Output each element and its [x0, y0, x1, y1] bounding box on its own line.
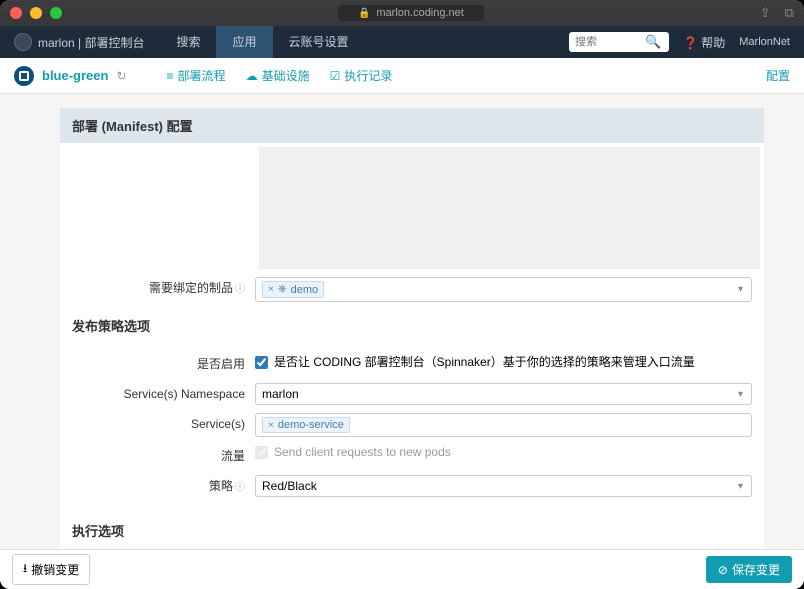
- manifest-editor[interactable]: [259, 147, 760, 269]
- services-select[interactable]: ×demo-service: [255, 413, 752, 437]
- window-maximize-button[interactable]: [50, 7, 62, 19]
- config-link[interactable]: 配置: [766, 67, 790, 84]
- help-link[interactable]: ❓ 帮助: [683, 34, 725, 51]
- remove-tag-icon[interactable]: ×: [268, 420, 274, 431]
- brand-title: marlon | 部署控制台: [38, 34, 144, 51]
- window-minimize-button[interactable]: [30, 7, 42, 19]
- enable-desc: 是否让 CODING 部署控制台（Spinnaker）基于你的选择的策略来管理入…: [274, 355, 695, 369]
- url-text: marlon.coding.net: [376, 7, 463, 19]
- namespace-select[interactable]: marlon ▾: [255, 383, 752, 405]
- logo-icon: [14, 33, 32, 51]
- nav-tab-cloud[interactable]: 云账号设置: [273, 26, 365, 58]
- check-icon: ☑: [330, 69, 341, 83]
- manifest-header: 部署 (Manifest) 配置: [60, 108, 764, 143]
- remove-tag-icon[interactable]: ×: [268, 284, 274, 295]
- app-icon: [14, 66, 34, 86]
- main-content[interactable]: 部署 (Manifest) 配置 需要绑定的制品ⓘ ×⎈ demo ▾ 发布策略…: [0, 94, 804, 549]
- tab-infrastructure[interactable]: ☁基础设施: [246, 67, 310, 84]
- cloud-icon: ☁: [246, 69, 258, 83]
- strategy-title: 发布策略选项: [60, 306, 764, 341]
- tabs-icon[interactable]: ⧉: [785, 5, 794, 21]
- artifact-select[interactable]: ×⎈ demo ▾: [255, 277, 752, 302]
- traffic-checkbox: [255, 446, 268, 459]
- artifact-tag[interactable]: ×⎈ demo: [262, 281, 324, 298]
- nav-tab-search[interactable]: 搜索: [160, 26, 216, 58]
- service-tag[interactable]: ×demo-service: [262, 417, 350, 433]
- revert-button[interactable]: ⭳撤销变更: [12, 554, 90, 585]
- search-input[interactable]: [575, 36, 645, 48]
- share-icon[interactable]: ⇪: [760, 5, 771, 21]
- exec-title: 执行选项: [60, 511, 764, 546]
- window-close-button[interactable]: [10, 7, 22, 19]
- chevron-down-icon: ▾: [738, 389, 743, 400]
- check-circle-icon: ⊘: [718, 563, 728, 577]
- nav-tab-app[interactable]: 应用: [216, 26, 272, 58]
- refresh-icon[interactable]: ↻: [116, 69, 126, 83]
- footer-bar: ⭳撤销变更 ⊘保存变更: [0, 549, 804, 589]
- user-menu[interactable]: MarlonNet: [739, 36, 790, 48]
- traffic-desc: Send client requests to new pods: [274, 445, 451, 459]
- chevron-down-icon: ▾: [738, 481, 743, 492]
- mac-titlebar: 🔒 marlon.coding.net ⇪ ⧉: [0, 0, 804, 26]
- global-search[interactable]: 🔍: [569, 32, 669, 52]
- help-icon[interactable]: ⓘ: [235, 482, 245, 493]
- chevron-down-icon: ▾: [738, 284, 743, 295]
- revert-icon: ⭳: [23, 559, 27, 580]
- tab-execution[interactable]: ☑执行记录: [330, 67, 393, 84]
- top-navbar: marlon | 部署控制台 搜索 应用 云账号设置 🔍 ❓ 帮助 Marlon…: [0, 26, 804, 58]
- lock-icon: 🔒: [358, 8, 370, 19]
- help-icon[interactable]: ⓘ: [235, 284, 245, 295]
- enable-checkbox[interactable]: [255, 356, 268, 369]
- pipeline-icon: ≡: [167, 69, 174, 83]
- search-icon[interactable]: 🔍: [645, 34, 661, 50]
- policy-select[interactable]: Red/Black ▾: [255, 475, 752, 497]
- app-subnav: blue-green ↻ ≡部署流程 ☁基础设施 ☑执行记录 配置: [0, 58, 804, 94]
- brand-logo[interactable]: marlon | 部署控制台: [14, 33, 144, 51]
- app-name[interactable]: blue-green: [42, 68, 108, 83]
- manifest-panel: 部署 (Manifest) 配置 需要绑定的制品ⓘ ×⎈ demo ▾ 发布策略…: [60, 108, 764, 549]
- tab-pipeline[interactable]: ≡部署流程: [167, 67, 226, 84]
- url-bar[interactable]: 🔒 marlon.coding.net: [338, 5, 484, 21]
- save-button[interactable]: ⊘保存变更: [706, 556, 792, 583]
